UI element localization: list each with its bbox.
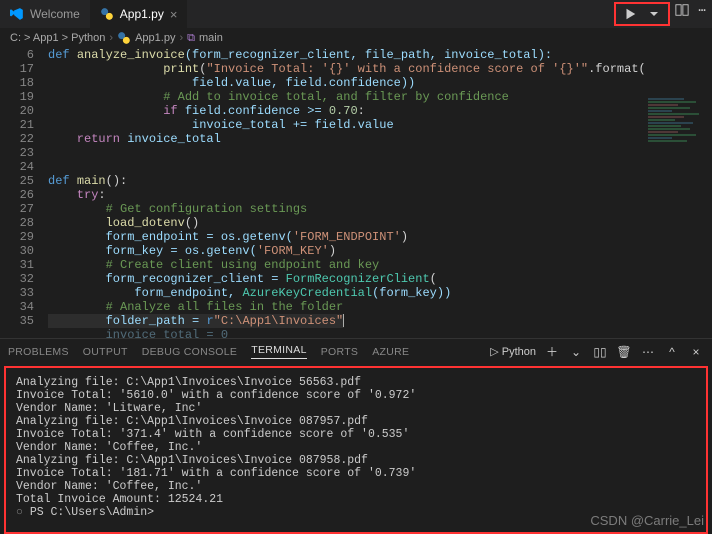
close-panel-button[interactable]: × (688, 345, 704, 359)
chevron-down-icon (650, 10, 658, 18)
tab-welcome[interactable]: Welcome (0, 0, 90, 28)
play-icon (623, 7, 637, 21)
terminal-line: Invoice Total: '371.4' with a confidence… (16, 428, 696, 441)
minimap[interactable] (648, 98, 708, 188)
more-icon[interactable]: ⋯ (640, 345, 656, 359)
tab-file-label: App1.py (120, 7, 164, 21)
split-icon (675, 3, 689, 17)
terminal-output[interactable]: Analyzing file: C:\App1\Invoices\Invoice… (4, 366, 708, 534)
tab-ports[interactable]: PORTS (321, 346, 358, 358)
tab-problems[interactable]: PROBLEMS (8, 346, 69, 358)
terminal-line: Total Invoice Amount: 12524.21 (16, 493, 696, 506)
chevron-down-icon[interactable]: ⌄ (568, 345, 584, 359)
breadcrumb-path: C: > App1 > Python (10, 32, 105, 44)
terminal-line: Invoice Total: '5610.0' with a confidenc… (16, 389, 696, 402)
tab-debug-console[interactable]: DEBUG CONSOLE (142, 346, 238, 358)
terminal-line: Vendor Name: 'Coffee, Inc.' (16, 441, 696, 454)
terminal-line: Analyzing file: C:\App1\Invoices\Invoice… (16, 454, 696, 467)
tab-file[interactable]: App1.py × (90, 0, 188, 28)
tab-azure[interactable]: AZURE (372, 346, 409, 358)
terminal-line: Vendor Name: 'Litware, Inc' (16, 402, 696, 415)
close-icon[interactable]: × (170, 7, 178, 22)
run-dropdown[interactable] (644, 4, 664, 24)
breadcrumb-symbol: main (199, 32, 223, 44)
maximize-panel-button[interactable]: ^ (664, 345, 680, 359)
terminal-line: Vendor Name: 'Coffee, Inc.' (16, 480, 696, 493)
python-icon (100, 7, 114, 21)
trash-icon[interactable]: 🗑 (616, 345, 632, 359)
line-gutter: 61718 192021 222324 252627 282930 313233… (0, 48, 48, 338)
panel-tabs: PROBLEMS OUTPUT DEBUG CONSOLE TERMINAL P… (0, 338, 712, 364)
more-actions-button[interactable]: ⋯ (692, 0, 712, 20)
breadcrumb-file: App1.py (135, 32, 175, 44)
code-editor[interactable]: 61718 192021 222324 252627 282930 313233… (0, 48, 712, 338)
code-content[interactable]: def analyze_invoice(form_recognizer_clie… (48, 48, 712, 338)
breadcrumb[interactable]: C: > App1 > Python › App1.py › ⧉ main (0, 28, 712, 48)
tab-output[interactable]: OUTPUT (83, 346, 128, 358)
vscode-icon (10, 7, 24, 21)
terminal-prompt[interactable]: PS C:\Users\Admin> (30, 506, 154, 519)
editor-tabs: Welcome App1.py × ⋯ (0, 0, 712, 28)
terminal-profile[interactable]: ▷ Python (490, 345, 536, 358)
terminal-line: Analyzing file: C:\App1\Invoices\Invoice… (16, 376, 696, 389)
new-terminal-button[interactable]: ＋ (544, 343, 560, 360)
tab-welcome-label: Welcome (30, 7, 80, 21)
terminal-line: Analyzing file: C:\App1\Invoices\Invoice… (16, 415, 696, 428)
terminal-line: Invoice Total: '181.71' with a confidenc… (16, 467, 696, 480)
split-terminal-button[interactable]: ▯▯ (592, 345, 608, 359)
run-button[interactable] (620, 4, 640, 24)
split-editor-button[interactable] (672, 0, 692, 20)
text-cursor (343, 314, 344, 327)
python-icon (117, 31, 131, 45)
method-icon: ⧉ (187, 32, 195, 45)
chevron-right-icon: › (179, 32, 183, 44)
run-controls-highlight (614, 2, 670, 26)
tab-terminal[interactable]: TERMINAL (251, 344, 307, 359)
chevron-right-icon: › (109, 32, 113, 44)
